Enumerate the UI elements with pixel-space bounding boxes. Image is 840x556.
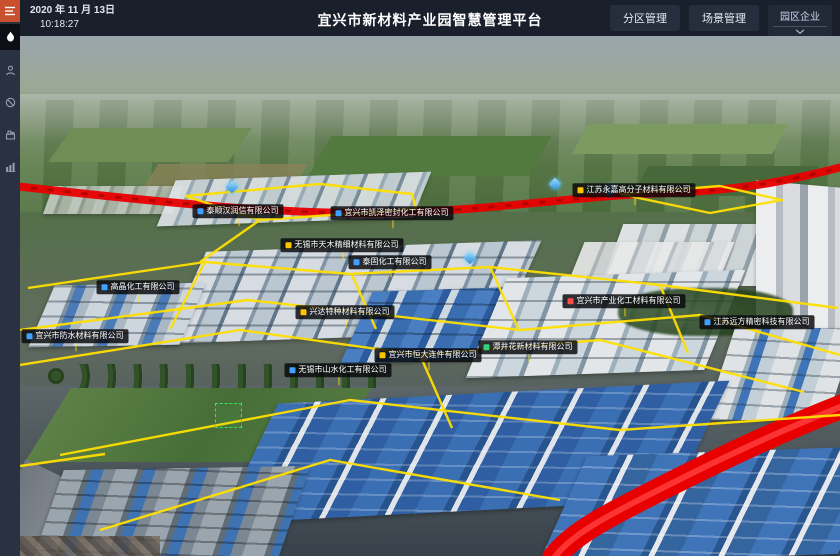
company-label-text: 宜兴市凯泽密封化工有限公司	[345, 208, 449, 218]
company-marker-icon	[380, 352, 386, 358]
company-marker-icon	[290, 367, 296, 373]
company-label[interactable]: 宜兴市产业化工材料有限公司	[563, 294, 686, 308]
hamburger-icon	[4, 6, 16, 16]
company-label-text: 泰顺汉润信有限公司	[207, 206, 279, 216]
company-marker-icon	[354, 259, 360, 265]
company-label-text: 无锡市山水化工有限公司	[299, 365, 387, 375]
company-label[interactable]: 江苏永嘉高分子材料有限公司	[573, 183, 696, 197]
company-label[interactable]: 宜兴市防水材料有限公司	[22, 329, 129, 343]
hamburger-menu-button[interactable]	[0, 0, 20, 22]
company-label[interactable]: 兴达特种材料有限公司	[296, 305, 395, 319]
sidebar-item-fire-monitor[interactable]	[0, 24, 20, 50]
company-label-text: 宜兴市恒大连件有限公司	[389, 350, 477, 360]
sidebar-item-enterprise[interactable]	[0, 122, 20, 146]
company-label[interactable]: 宜兴市恒大连件有限公司	[375, 348, 482, 362]
zone-management-button[interactable]: 分区管理	[610, 5, 680, 31]
company-marker-icon	[27, 333, 33, 339]
company-label[interactable]: 泰固化工有限公司	[349, 255, 432, 269]
company-label[interactable]: 宜兴市凯泽密封化工有限公司	[331, 206, 454, 220]
company-marker-icon	[568, 298, 574, 304]
company-label[interactable]: 泰顺汉润信有限公司	[193, 204, 284, 218]
company-label[interactable]: 无锡市山水化工有限公司	[285, 363, 392, 377]
sidebar-item-personnel[interactable]	[0, 58, 20, 82]
company-label-text: 无锡市天木精细材料有限公司	[295, 240, 399, 250]
company-label-text: 江苏远方精密科技有限公司	[714, 317, 810, 327]
park-enterprise-dropdown-label: 园区企业	[773, 8, 827, 27]
sidebar-item-energy[interactable]	[0, 90, 20, 114]
top-header: 2020 年 11 月 13日 10:18:27 宜兴市新材料产业园智慧管理平台…	[20, 0, 840, 36]
road-overlay	[20, 36, 840, 556]
company-marker-icon	[102, 284, 108, 290]
company-label-text: 潭井花新材料有限公司	[493, 342, 573, 352]
header-actions: 分区管理 场景管理 园区企业	[610, 5, 832, 36]
company-label-text: 兴达特种材料有限公司	[310, 307, 390, 317]
power-icon	[5, 97, 16, 108]
selection-box	[215, 403, 242, 428]
company-marker-icon	[336, 210, 342, 216]
company-label-text: 宜兴市产业化工材料有限公司	[577, 296, 681, 306]
company-marker-icon	[705, 319, 711, 325]
park-enterprise-dropdown[interactable]: 园区企业	[768, 5, 832, 36]
company-marker-icon	[578, 187, 584, 193]
company-label[interactable]: 高晶化工有限公司	[97, 280, 180, 294]
company-label-text: 宜兴市防水材料有限公司	[36, 331, 124, 341]
sidebar-item-statistics[interactable]	[0, 154, 20, 178]
company-label-text: 泰固化工有限公司	[363, 257, 427, 267]
company-label-text: 高晶化工有限公司	[111, 282, 175, 292]
company-label[interactable]: 潭井花新材料有限公司	[479, 340, 578, 354]
company-label-text: 江苏永嘉高分子材料有限公司	[587, 185, 691, 195]
company-marker-icon	[286, 242, 292, 248]
company-label[interactable]: 无锡市天木精细材料有限公司	[281, 238, 404, 252]
company-marker-icon	[301, 309, 307, 315]
company-label[interactable]: 江苏远方精密科技有限公司	[700, 315, 815, 329]
bar-chart-icon	[5, 161, 16, 172]
chevron-down-icon	[795, 29, 805, 34]
factory-icon	[5, 129, 16, 140]
scene-management-button[interactable]: 场景管理	[689, 5, 759, 31]
left-toolbar	[0, 0, 20, 556]
company-marker-icon	[198, 208, 204, 214]
smart-park-platform: 2020 年 11 月 13日 10:18:27 宜兴市新材料产业园智慧管理平台…	[0, 0, 840, 556]
worker-icon	[5, 65, 16, 76]
company-marker-icon	[484, 344, 490, 350]
flame-icon	[5, 31, 16, 43]
map-3d-viewport[interactable]: 泰顺汉润信有限公司 宜兴市凯泽密封化工有限公司无锡市天木精细材料有限公司泰固化工有…	[20, 36, 840, 556]
